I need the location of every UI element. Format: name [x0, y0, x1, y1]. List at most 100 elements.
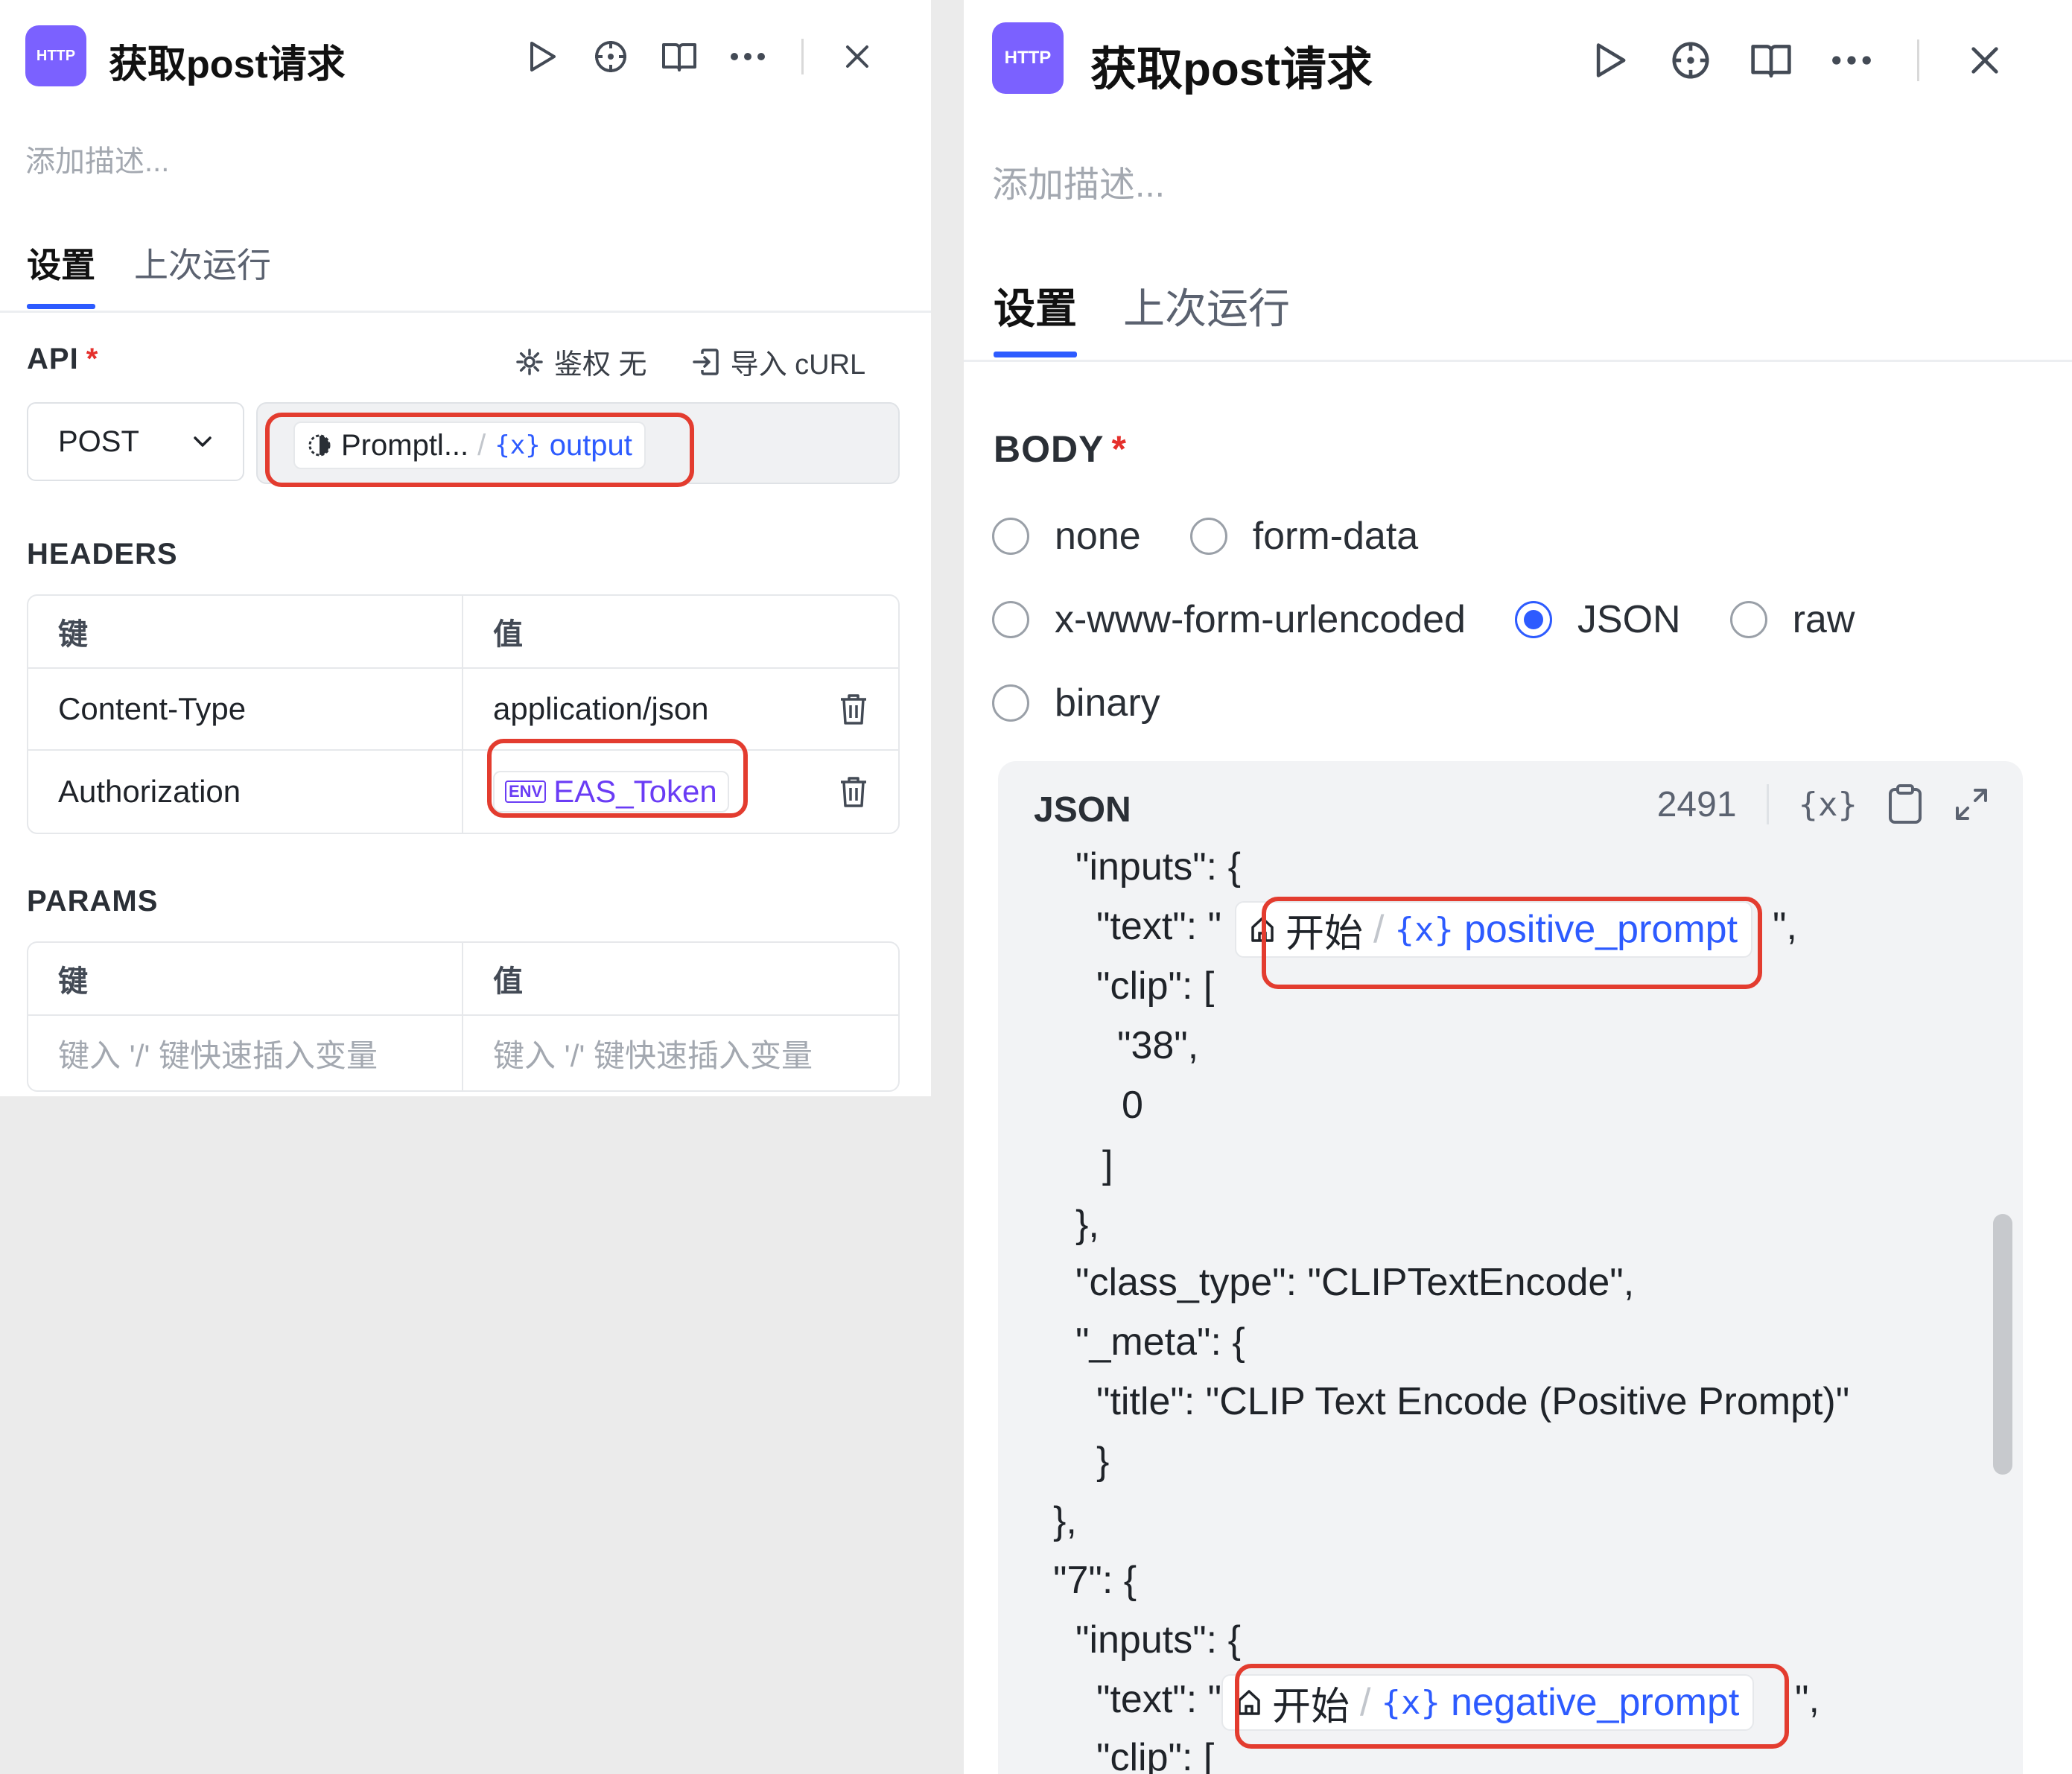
- code-line: },: [1075, 1203, 1099, 1246]
- method-value: POST: [58, 425, 139, 458]
- code-line: "class_type": "CLIPTextEncode",: [1075, 1261, 1635, 1304]
- url-variable-chip[interactable]: Promptl... / {x} output: [293, 422, 646, 469]
- radio-circle-selected: [1514, 601, 1552, 638]
- tab-settings[interactable]: 设置: [994, 276, 1077, 336]
- method-select[interactable]: POST: [27, 402, 244, 481]
- char-count: 2491: [1656, 784, 1737, 824]
- locate-icon[interactable]: [1667, 36, 1715, 84]
- param-key-input[interactable]: 键入 '/' 键快速插入变量: [28, 1016, 463, 1090]
- tab-last-run[interactable]: 上次运行: [1123, 276, 1290, 336]
- trash-icon[interactable]: [839, 693, 868, 725]
- header-value-cell[interactable]: ENV EAS_Token: [463, 751, 898, 833]
- body-label: BODY *: [994, 427, 1127, 471]
- body-type-row-2: x-www-form-urlencoded JSON raw: [992, 597, 1904, 642]
- tools-divider: [1766, 784, 1769, 824]
- radio-none[interactable]: none: [992, 514, 1141, 559]
- chip-source-node: 开始: [1272, 1685, 1350, 1729]
- more-icon[interactable]: [727, 36, 769, 77]
- radio-label: none: [1055, 515, 1141, 558]
- code-line: "title": "CLIP Text Encode (Positive Pro…: [1096, 1380, 1850, 1423]
- url-source-node: Promptl...: [341, 428, 469, 462]
- radio-circle: [992, 684, 1029, 722]
- auth-button[interactable]: 鉴权 无: [515, 341, 647, 382]
- node-title[interactable]: 获取post请求: [1090, 31, 1373, 98]
- code-line: "_meta": {: [1075, 1320, 1245, 1364]
- chip-separator: /: [477, 428, 486, 462]
- node-title[interactable]: 获取post请求: [109, 33, 346, 89]
- header-divider: [1917, 39, 1919, 81]
- active-tab-indicator: [27, 304, 95, 309]
- api-actions: 鉴权 无 导入 cURL: [474, 341, 865, 382]
- radio-label: x-www-form-urlencoded: [1055, 598, 1466, 641]
- radio-x-www-form-urlencoded[interactable]: x-www-form-urlencoded: [992, 597, 1466, 642]
- body-label-text: BODY: [994, 428, 1105, 470]
- params-label: PARAMS: [27, 885, 159, 918]
- book-icon[interactable]: [1747, 36, 1795, 84]
- table-row: Authorization ENV EAS_Token: [28, 751, 898, 833]
- chip-source-node: 开始: [1286, 912, 1364, 956]
- code-line: "text": ": [1096, 1678, 1222, 1721]
- chip-separator: /: [1373, 908, 1385, 951]
- radio-circle: [1729, 601, 1767, 638]
- table-row: 键入 '/' 键快速插入变量 键入 '/' 键快速插入变量: [28, 1016, 898, 1090]
- header-key-cell[interactable]: Authorization: [28, 751, 463, 833]
- radio-raw[interactable]: raw: [1729, 597, 1855, 642]
- header-actions: [1586, 34, 2009, 86]
- close-icon[interactable]: [836, 36, 878, 77]
- radio-circle: [1189, 518, 1227, 555]
- code-line: }: [1096, 1440, 1110, 1483]
- description-input[interactable]: 添加描述...: [25, 137, 169, 180]
- params-table-head: 键 值: [28, 943, 898, 1016]
- run-icon[interactable]: [521, 36, 563, 77]
- code-line: "clip": [: [1096, 1736, 1215, 1774]
- right-node-panel: HTTP 获取post请求 添加描述... 设置 上次运行 BODY * none…: [964, 0, 2072, 1774]
- radio-binary[interactable]: binary: [992, 681, 1160, 725]
- tab-last-run[interactable]: 上次运行: [134, 238, 271, 287]
- required-mark: *: [1111, 428, 1127, 470]
- trash-icon[interactable]: [839, 775, 868, 808]
- json-editor-title: JSON: [1034, 790, 1131, 830]
- api-label-text: API: [27, 343, 79, 375]
- close-icon[interactable]: [1961, 36, 2009, 84]
- locate-icon[interactable]: [590, 36, 632, 77]
- variable-icon: {x}: [1381, 1683, 1440, 1722]
- chip-separator: /: [1360, 1681, 1371, 1724]
- radio-circle: [992, 601, 1029, 638]
- code-line-suffix: ",: [1795, 1678, 1820, 1721]
- radio-label: raw: [1792, 598, 1855, 641]
- description-input[interactable]: 添加描述...: [992, 155, 1165, 207]
- code-line: "7": {: [1053, 1559, 1137, 1602]
- api-label: API *: [27, 343, 98, 376]
- param-value-input[interactable]: 键入 '/' 键快速插入变量: [463, 1016, 898, 1090]
- tab-settings[interactable]: 设置: [27, 238, 95, 287]
- more-icon[interactable]: [1828, 36, 1875, 84]
- header-value-cell[interactable]: application/json: [463, 669, 898, 751]
- radio-label: JSON: [1577, 598, 1681, 641]
- insert-variable-icon[interactable]: {x}: [1799, 786, 1858, 824]
- import-curl-button[interactable]: 导入 cURL: [692, 341, 866, 382]
- json-variable-chip[interactable]: 开始 / {x} negative_prompt: [1221, 1674, 1755, 1731]
- chip-variable-name: negative_prompt: [1450, 1681, 1740, 1724]
- auth-label: 鉴权 无: [554, 349, 647, 381]
- header-divider: [801, 39, 804, 74]
- variable-icon: {x}: [1394, 910, 1454, 949]
- headers-label: HEADERS: [27, 538, 178, 570]
- prompt-node-icon: [308, 434, 331, 457]
- clipboard-icon[interactable]: [1887, 783, 1923, 825]
- expand-icon[interactable]: [1953, 786, 1990, 823]
- radio-form-data[interactable]: form-data: [1189, 514, 1419, 559]
- json-variable-chip[interactable]: 开始 / {x} positive_prompt: [1235, 901, 1753, 958]
- import-label: 导入 cURL: [730, 349, 866, 381]
- book-icon[interactable]: [658, 36, 700, 77]
- body-type-row-1: none form-data: [992, 514, 1467, 559]
- run-icon[interactable]: [1586, 36, 1634, 84]
- code-line: "inputs": {: [1075, 1618, 1241, 1662]
- json-editor[interactable]: JSON 2491 {x} "inputs": { "text": " 开始 /…: [998, 761, 2023, 1774]
- radio-json[interactable]: JSON: [1514, 597, 1681, 642]
- url-input[interactable]: Promptl... / {x} output: [256, 402, 900, 484]
- col-key-header: 键: [28, 943, 463, 1016]
- radio-label: form-data: [1252, 515, 1419, 558]
- env-variable-chip[interactable]: ENV EAS_Token: [493, 771, 729, 813]
- editor-scrollbar[interactable]: [1993, 1214, 2012, 1475]
- header-key-cell[interactable]: Content-Type: [28, 669, 463, 751]
